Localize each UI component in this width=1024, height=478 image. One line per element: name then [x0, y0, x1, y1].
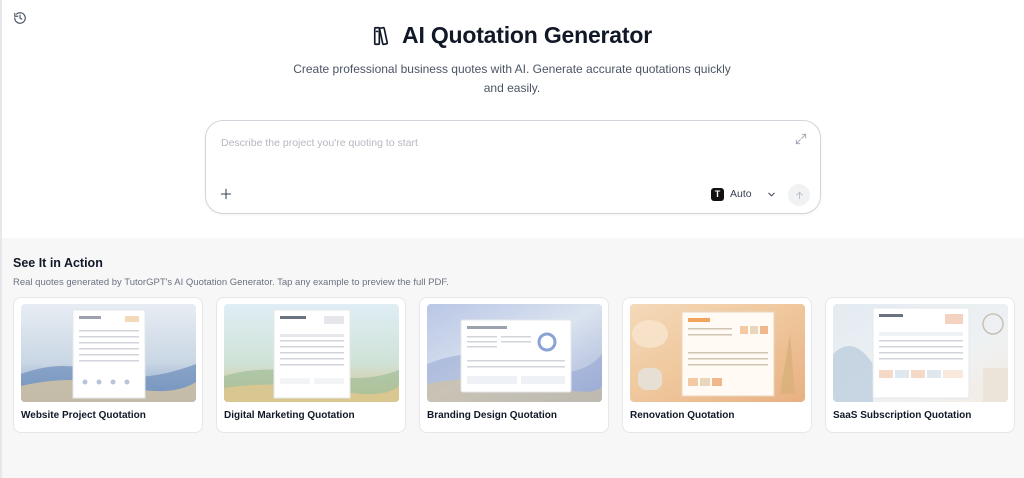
model-label: Auto — [730, 188, 752, 200]
page-title: AI Quotation Generator — [402, 22, 652, 48]
prompt-input[interactable] — [221, 133, 781, 153]
chevron-down-icon — [767, 192, 775, 196]
examples-heading: See It in Action — [13, 256, 103, 270]
example-card-saas-subscription[interactable]: SaaS Subscription Quotation — [825, 297, 1015, 433]
examples-section: See It in Action Real quotes generated b… — [2, 238, 1024, 478]
example-card-renovation[interactable]: Renovation Quotation — [622, 297, 812, 433]
send-button[interactable] — [788, 184, 810, 206]
card-thumbnail — [630, 304, 805, 402]
card-thumbnail — [833, 304, 1008, 402]
example-card-branding-design[interactable]: Branding Design Quotation — [419, 297, 609, 433]
card-title: Digital Marketing Quotation — [224, 410, 355, 421]
examples-description: Real quotes generated by TutorGPT's AI Q… — [13, 277, 449, 288]
model-badge: T — [711, 187, 724, 201]
expand-icon[interactable] — [794, 132, 808, 146]
card-thumbnail — [224, 304, 399, 402]
plus-icon[interactable] — [219, 187, 233, 201]
arrow-up-icon — [795, 191, 803, 199]
card-title: SaaS Subscription Quotation — [833, 410, 972, 421]
page-header: AI Quotation Generator — [0, 22, 1024, 49]
example-card-digital-marketing[interactable]: Digital Marketing Quotation — [216, 297, 406, 433]
card-thumbnail — [427, 304, 602, 402]
prompt-composer: T Auto — [205, 120, 821, 214]
card-title: Renovation Quotation — [630, 410, 735, 421]
card-thumbnail — [21, 304, 196, 402]
model-selector[interactable]: T Auto — [711, 185, 777, 203]
example-card-website[interactable]: Website Project Quotation — [13, 297, 203, 433]
card-title: Website Project Quotation — [21, 410, 146, 421]
hero-section: AI Quotation Generator Create profession… — [0, 0, 1024, 238]
page-subtitle: Create professional business quotes with… — [293, 62, 731, 95]
books-icon — [373, 26, 389, 45]
card-title: Branding Design Quotation — [427, 410, 557, 421]
